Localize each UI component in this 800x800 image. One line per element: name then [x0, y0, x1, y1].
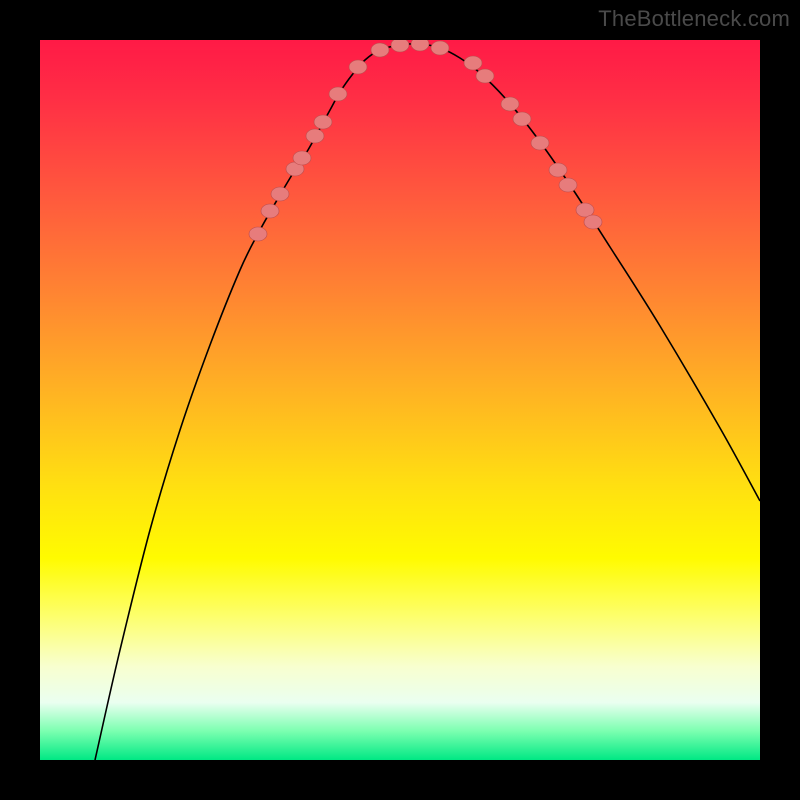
marker-dot: [501, 97, 519, 111]
marker-dot: [371, 43, 389, 57]
marker-dot: [329, 87, 347, 101]
plot-area: [40, 40, 760, 760]
marker-dot: [431, 41, 449, 55]
marker-dot: [249, 227, 267, 241]
marker-dot: [293, 151, 311, 165]
watermark-text: TheBottleneck.com: [598, 6, 790, 32]
marker-dot: [349, 60, 367, 74]
marker-dot: [411, 40, 429, 51]
bottleneck-curve: [95, 44, 760, 760]
marker-dot: [261, 204, 279, 218]
marker-dot: [513, 112, 531, 126]
curve-layer: [40, 40, 760, 760]
marker-dot: [476, 69, 494, 83]
marker-dot: [464, 56, 482, 70]
marker-dot: [559, 178, 577, 192]
marker-dot: [306, 129, 324, 143]
marker-group: [249, 40, 602, 241]
marker-dot: [391, 40, 409, 52]
marker-dot: [314, 115, 332, 129]
marker-dot: [271, 187, 289, 201]
marker-dot: [531, 136, 549, 150]
marker-dot: [549, 163, 567, 177]
chart-frame: TheBottleneck.com: [0, 0, 800, 800]
marker-dot: [584, 215, 602, 229]
